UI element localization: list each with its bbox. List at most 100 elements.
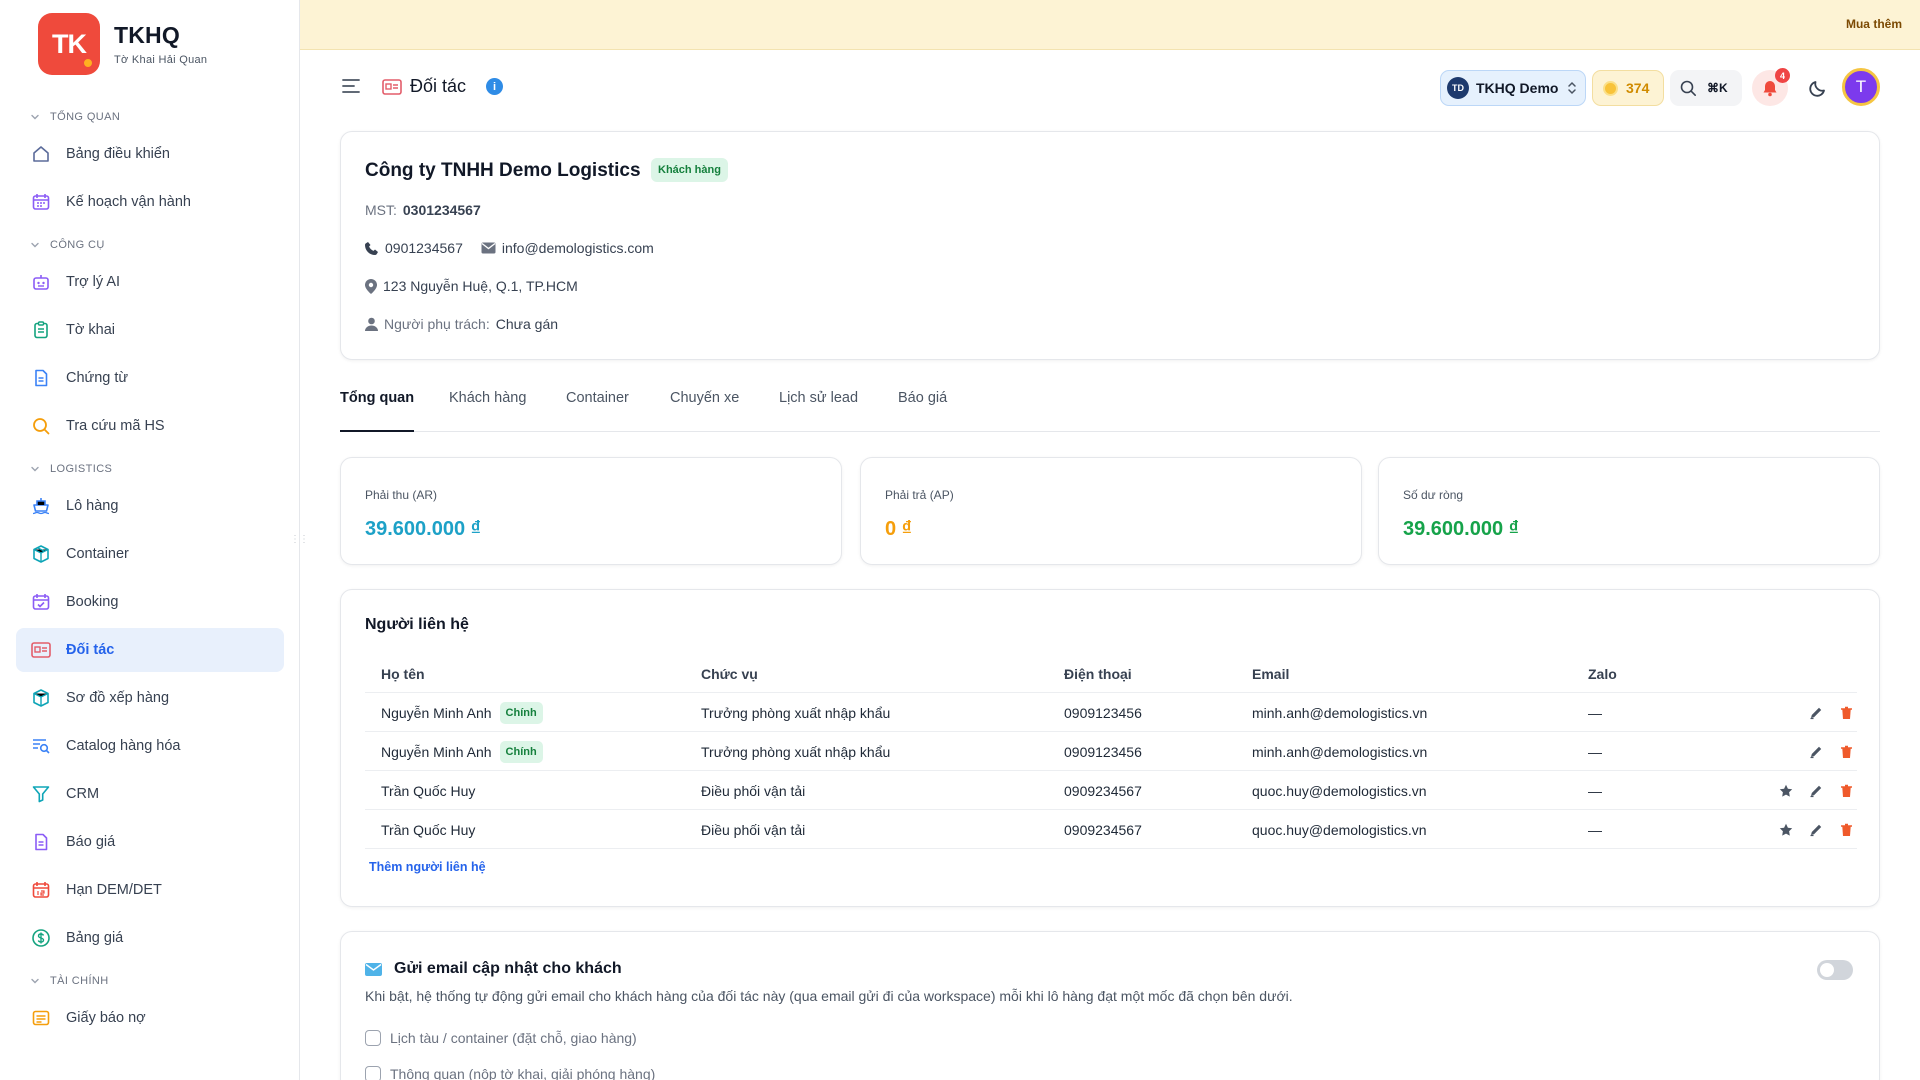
chevron-down-icon (30, 976, 50, 986)
logo-dot-icon (82, 57, 94, 69)
column-header-email: Email (1252, 665, 1290, 682)
contact-zalo: — (1588, 782, 1602, 799)
partner-tabs: Tổng quan Khách hàng Container Chuyến xe Lịc… (340, 390, 1880, 432)
set-primary-star-icon[interactable] (1775, 819, 1797, 841)
sidebar-item-bang-dieu-khien[interactable]: Bảng điều khiển (16, 132, 284, 176)
tab-container[interactable]: Container (566, 390, 629, 432)
menu-toggle-icon[interactable] (342, 78, 360, 94)
sidebar-item-chung-tu[interactable]: Chứng từ (16, 356, 284, 400)
tab-tong-quan[interactable]: Tổng quan (340, 390, 415, 432)
email-updates-toggle[interactable] (1817, 960, 1853, 980)
sidebar-item-ke-hoach-van-hanh[interactable]: Kế hoạch vận hành (16, 180, 284, 224)
checkbox[interactable] (365, 1030, 381, 1046)
row-actions (1737, 693, 1857, 732)
info-icon[interactable]: i (486, 78, 503, 95)
sidebar-item-label: Hạn DEM/DET (66, 882, 162, 898)
tab-khach-hang[interactable]: Khách hàng (449, 390, 526, 432)
contact-name-cell: Nguyễn Minh Anh Chính (381, 693, 543, 732)
nav-section-header[interactable]: TỔNG QUAN (16, 102, 284, 132)
contact-position: Điều phối vận tải (701, 782, 806, 799)
theme-toggle-button[interactable] (1800, 70, 1836, 106)
nav-section-header[interactable]: LOGISTICS (16, 454, 284, 484)
edit-pencil-icon[interactable] (1805, 741, 1827, 763)
id-card-icon (30, 639, 52, 661)
sidebar-item-label: Tra cứu mã HS (66, 418, 165, 434)
sidebar-item-label: Chứng từ (66, 370, 129, 386)
toggle-knob (1820, 963, 1834, 977)
sidebar-item-han-dem-det[interactable]: Hạn DEM/DET (16, 868, 284, 912)
sidebar-item-label: Booking (66, 594, 119, 610)
sidebar-item-bao-gia[interactable]: Báo giá (16, 820, 284, 864)
page-header: Đối tác i TD TKHQ Demo 374 ⌘K 4 T (300, 50, 1920, 124)
buy-more-button[interactable]: Mua thêm (1846, 17, 1902, 31)
milestone-option-schedule[interactable]: Lịch tàu / container (đặt chỗ, giao hàng… (365, 1030, 637, 1046)
milestone-option-clearance[interactable]: Thông quan (nộp tờ khai, giải phóng hàng… (365, 1066, 655, 1080)
credits-badge[interactable]: 374 (1592, 70, 1664, 106)
search-shortcut: ⌘K (1707, 81, 1728, 95)
sidebar-item-doi-tac[interactable]: Đối tác (16, 628, 284, 672)
sidebar-item-lo-hang[interactable]: Lô hàng (16, 484, 284, 528)
sidebar-item-so-do-xep-hang[interactable]: Sơ đồ xếp hàng (16, 676, 284, 720)
shipment-icon (30, 495, 52, 517)
tab-lich-su-lead[interactable]: Lịch sử lead (779, 390, 858, 432)
primary-badge: Chính (499, 701, 543, 724)
sidebar-item-booking[interactable]: Booking (16, 580, 284, 624)
add-contact-button[interactable]: Thêm người liên hệ (369, 860, 486, 874)
delete-trash-icon[interactable] (1835, 780, 1857, 802)
brand[interactable]: TK TKHQ Tờ Khai Hải Quan (38, 13, 207, 75)
app-logo: TK (38, 13, 100, 75)
sidebar-item-container[interactable]: Container (16, 532, 284, 576)
owner-value[interactable]: Chưa gán (496, 316, 558, 332)
contact-phone: 0909123456 (1064, 743, 1142, 760)
box-icon (30, 543, 52, 565)
set-primary-star-icon[interactable] (1775, 780, 1797, 802)
command-search-button[interactable]: ⌘K (1670, 70, 1742, 106)
contacts-table: Họ tên Chức vụ Điện thoại Email Zalo Nguyễn … (365, 654, 1857, 849)
contact-email: minh.anh@demologistics.vn (1252, 743, 1428, 760)
company-address: 123 Nguyễn Huệ, Q.1, TP.HCM (383, 278, 578, 294)
sidebar-item-label: Giấy báo nợ (66, 1010, 146, 1026)
contact-email: quoc.huy@demologistics.vn (1252, 821, 1427, 838)
company-phone: 0901234567 (385, 240, 463, 256)
chevron-down-icon (30, 464, 50, 474)
sidebar-item-tro-ly-ai[interactable]: Trợ lý AI (16, 260, 284, 304)
nav-section-header[interactable]: CÔNG CỤ (16, 230, 284, 260)
tab-bao-gia[interactable]: Báo giá (898, 390, 947, 432)
partner-summary-card: Công ty TNHH Demo Logistics Khách hàng M… (340, 131, 1880, 360)
delete-trash-icon[interactable] (1835, 741, 1857, 763)
workspace-switcher[interactable]: TD TKHQ Demo (1440, 70, 1586, 106)
sidebar-item-to-khai[interactable]: Tờ khai (16, 308, 284, 352)
contact-name: Trần Quốc Huy (381, 821, 476, 838)
sidebar-item-label: Tờ khai (66, 322, 115, 338)
sidebar-item-catalog-hang-hoa[interactable]: Catalog hàng hóa (16, 724, 284, 768)
sidebar-item-label: Catalog hàng hóa (66, 738, 181, 754)
sidebar-item-crm[interactable]: CRM (16, 772, 284, 816)
page-title: Đối tác (410, 76, 467, 96)
row-actions (1737, 732, 1857, 771)
tab-chuyen-xe[interactable]: Chuyến xe (670, 390, 739, 432)
user-avatar[interactable]: T (1842, 68, 1880, 106)
stat-card-phai-thu-ar: Phải thu (AR) 39.600.000 ₫ (340, 457, 842, 565)
company-email[interactable]: info@demologistics.com (502, 240, 654, 256)
nav-section-header[interactable]: TÀI CHÍNH (16, 966, 284, 996)
edit-pencil-icon[interactable] (1805, 819, 1827, 841)
delete-trash-icon[interactable] (1835, 819, 1857, 841)
sidebar-resize-handle-icon[interactable]: ⋮⋮ (290, 534, 309, 545)
row-actions (1737, 810, 1857, 849)
sidebar-item-tra-cuu-ma-hs[interactable]: Tra cứu mã HS (16, 404, 284, 448)
sidebar-item-bang-gia[interactable]: Bảng giá (16, 916, 284, 960)
moon-icon (1809, 79, 1827, 97)
contact-name-cell: Nguyễn Minh Anh Chính (381, 732, 543, 771)
notifications-button[interactable]: 4 (1752, 68, 1790, 106)
checkbox[interactable] (365, 1066, 381, 1080)
sidebar-item-giay-bao-no[interactable]: Giấy báo nợ (16, 996, 284, 1040)
edit-pencil-icon[interactable] (1805, 702, 1827, 724)
edit-pencil-icon[interactable] (1805, 780, 1827, 802)
sidebar-item-label: Lô hàng (66, 498, 119, 514)
sidebar-item-label: Trợ lý AI (66, 274, 121, 290)
owner-label: Người phụ trách: (384, 316, 490, 332)
partner-type-badge: Khách hàng (651, 158, 728, 182)
email-updates-title: Gửi email cập nhật cho khách (394, 960, 622, 977)
delete-trash-icon[interactable] (1835, 702, 1857, 724)
quote-document-icon (30, 831, 52, 853)
